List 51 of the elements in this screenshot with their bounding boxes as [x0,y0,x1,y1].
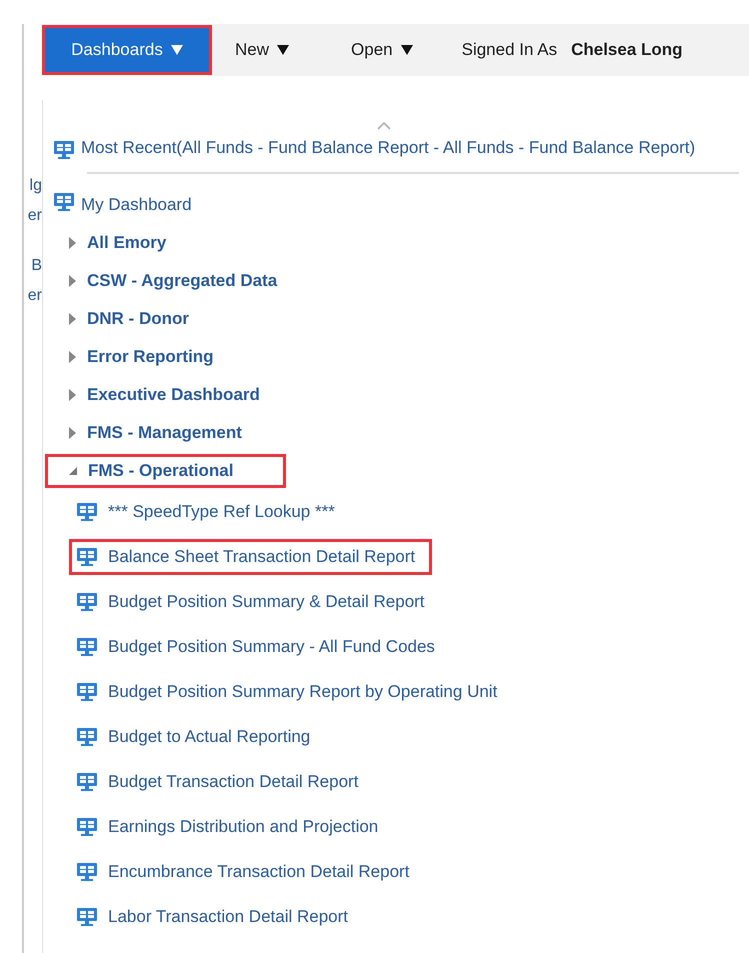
caret-icon [277,45,290,55]
dashboard-icon [76,592,98,612]
text-fragment: er [26,208,42,224]
caret-icon [170,45,183,55]
report-item[interactable]: Labor Transaction Detail Report [108,904,348,930]
text-fragment: er [26,288,42,304]
dashboard-icon [53,192,75,212]
folder-item[interactable]: Executive Dashboard [87,382,260,408]
caret-icon [400,45,413,55]
collapsed-triangle-icon[interactable] [68,236,77,250]
expanded-triangle-icon[interactable] [68,466,78,476]
text-fragment: lg [28,178,42,194]
text-fragment: B [30,258,42,274]
menu-item[interactable]: My Dashboard [81,192,192,218]
menu-item[interactable]: Most Recent(All Funds - Fund Balance Report - All Funds - Fund Balance Report) [81,136,696,160]
folder-item[interactable]: CSW - Aggregated Data [87,268,278,294]
folder-item[interactable]: FMS - Management [87,420,242,446]
report-item[interactable]: Budget Transaction Detail Report [108,769,358,795]
dashboard-icon [76,907,98,927]
report-item[interactable]: Budget Position Summary & Detail Report [108,589,425,615]
dashboard-icon [76,637,98,657]
report-item[interactable]: Encumbrance Transaction Detail Report [108,859,410,885]
report-item[interactable]: Budget Position Summary - All Fund Codes [108,634,435,660]
report-item[interactable]: Balance Sheet Transaction Detail Report [108,544,416,570]
dashboard-icon [76,862,98,882]
report-item[interactable]: Budget Position Summary Report by Operating Unit [108,679,498,705]
user-name[interactable]: Chelsea Long [571,37,683,63]
dashboard-icon [76,727,98,747]
signed-in-label: Signed In As [462,39,558,62]
collapsed-triangle-icon[interactable] [68,350,77,364]
dashboard-icon [76,772,98,792]
folder-item[interactable]: All Emory [87,230,166,256]
menu-button[interactable]: New [219,28,306,72]
dashboard-icon [53,140,75,160]
report-item[interactable]: Earnings Distribution and Projection [108,814,378,840]
dashboard-icon [76,502,98,522]
collapsed-triangle-icon[interactable] [68,388,77,402]
dashboard-icon [76,547,98,567]
folder-item[interactable]: FMS - Operational [88,458,234,484]
scroll-up-icon[interactable] [377,122,391,130]
collapsed-triangle-icon[interactable] [68,312,77,326]
report-item[interactable]: *** SpeedType Ref Lookup *** [108,499,335,525]
menu-button[interactable]: Dashboards [45,28,209,72]
dashboard-icon [76,817,98,837]
collapsed-triangle-icon[interactable] [68,274,77,288]
folder-item[interactable]: Error Reporting [87,344,214,370]
report-item[interactable]: Budget to Actual Reporting [108,724,310,750]
folder-item[interactable]: DNR - Donor [87,306,189,332]
menu-button[interactable]: Open [335,28,429,72]
collapsed-triangle-icon[interactable] [68,426,77,440]
dashboard-icon [76,682,98,702]
